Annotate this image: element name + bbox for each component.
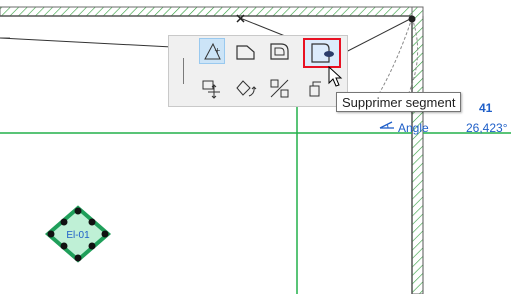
edge-offset-icon <box>236 45 255 60</box>
angle-value: 26,423° <box>466 121 508 135</box>
polygon-select-icon: + <box>204 42 221 60</box>
distance-value: 41 <box>479 101 493 115</box>
reference-line <box>0 37 173 48</box>
tooltip-text: Supprimer segment <box>342 95 456 110</box>
move-icon <box>202 80 220 99</box>
corner-node[interactable] <box>408 15 416 23</box>
angle-label: Angle <box>398 121 429 135</box>
mouse-pointer-icon <box>328 66 343 87</box>
angle-icon <box>379 121 394 129</box>
rounded-corner-icon <box>270 43 289 60</box>
palette-separator <box>183 58 184 84</box>
tooltip: Supprimer segment <box>336 92 462 112</box>
pet-palette: + <box>168 35 348 107</box>
move-button[interactable] <box>199 76 225 102</box>
copy-icon <box>309 81 321 97</box>
copy-button[interactable] <box>309 76 321 102</box>
mirror-button[interactable] <box>267 76 293 102</box>
delete-segment-button[interactable] <box>303 38 341 68</box>
svg-text:+: + <box>214 46 221 55</box>
mirror-icon <box>270 79 289 98</box>
element-id-label: El-01 <box>66 230 90 241</box>
edge-offset-button[interactable] <box>233 38 259 64</box>
top-wall <box>0 6 413 17</box>
rotate-icon <box>236 80 257 97</box>
rotate-button[interactable] <box>233 76 259 102</box>
rounded-corner-button[interactable] <box>267 38 293 64</box>
delete-segment-icon <box>311 43 334 63</box>
polygon-select-button[interactable]: + <box>199 38 225 64</box>
